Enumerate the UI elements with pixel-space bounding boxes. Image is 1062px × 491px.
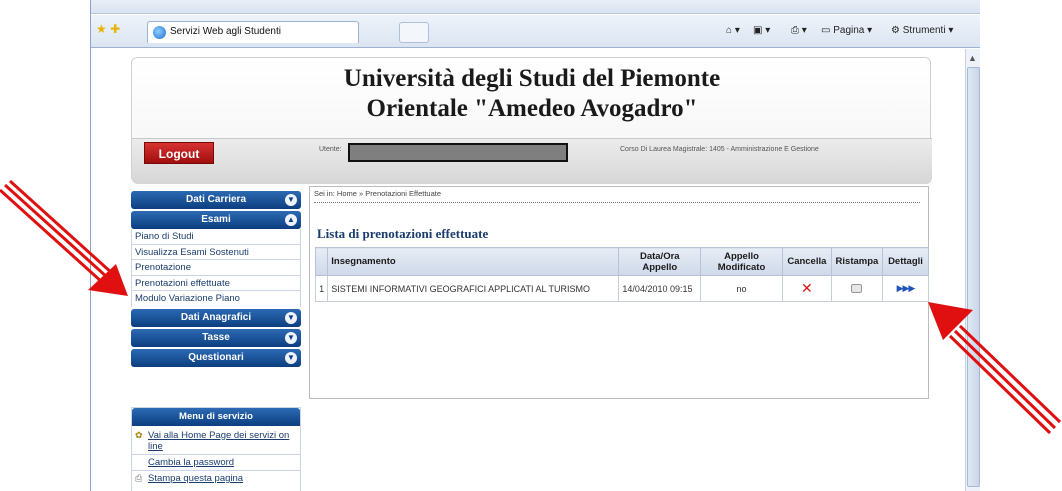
- page-menu[interactable]: ▭ Pagina ▾: [821, 25, 872, 36]
- nav-esami[interactable]: Esami ▲: [131, 211, 301, 229]
- nav-dati-carriera[interactable]: Dati Carriera ▼: [131, 191, 301, 209]
- new-tab-button[interactable]: [399, 22, 429, 43]
- home-link-icon: ✿: [135, 430, 143, 440]
- expand-icon[interactable]: ▼: [285, 351, 297, 364]
- nav-questionari[interactable]: Questionari ▼: [131, 348, 301, 367]
- date-cell: 14/04/2010 09:15: [618, 275, 702, 302]
- nav-tasse[interactable]: Tasse ▼: [131, 328, 301, 347]
- ie-icon: [153, 26, 166, 39]
- column-header-date: Data/Ora Appello: [618, 247, 702, 276]
- annotation-arrow-right: [928, 302, 1062, 435]
- page-menu-label: Pagina: [833, 25, 865, 36]
- nav-dati-anagrafici-label: Dati Anagrafici: [180, 311, 252, 323]
- modified-cell: no: [700, 275, 783, 302]
- tools-menu-label: Strumenti: [902, 25, 946, 36]
- column-header-modified: Appello Modificato: [700, 247, 783, 276]
- printer-icon[interactable]: [851, 284, 863, 293]
- divider: [132, 470, 300, 471]
- nav-item-variazione-piano[interactable]: Modulo Variazione Piano: [132, 291, 300, 307]
- reprint-cell: [830, 275, 883, 302]
- table-row: 1 SISTEMI INFORMATIVI GEOGRAFICI APPLICA…: [314, 275, 930, 302]
- cancel-cell: ✕: [781, 275, 832, 302]
- home-page-link-text: Vai alla Home Page dei servizi on line: [148, 430, 290, 452]
- breadcrumb: Sei in: Home » Prenotazioni Effettuate: [314, 189, 920, 203]
- logout-button[interactable]: Logout: [144, 142, 214, 164]
- university-title: Università degli Studi del Piemonte Orie…: [132, 64, 932, 124]
- title-line-1: Università degli Studi del Piemonte: [343, 65, 721, 92]
- expand-icon[interactable]: ▼: [285, 311, 297, 324]
- nav-dati-anagrafici[interactable]: Dati Anagrafici ▼: [131, 308, 301, 327]
- column-header-reprint: Ristampa: [830, 247, 883, 276]
- page-title: Lista di prenotazioni effettuate: [317, 226, 489, 241]
- browser-window: Servizi Web agli Studenti ⌂ ▾ ▣ ▾ ⎙ ▾ ▭ …: [90, 0, 980, 491]
- printer-icon: ⎙: [135, 473, 143, 483]
- service-menu-title: Menu di servizio: [132, 408, 300, 426]
- nav-questionari-label: Questionari: [188, 351, 244, 363]
- browser-tab-title: Servizi Web agli Studenti: [170, 26, 281, 37]
- main-content: Sei in: Home » Prenotazioni Effettuate L…: [309, 186, 930, 399]
- nav-item-esami-sostenuti[interactable]: Visualizza Esami Sostenuti: [132, 244, 300, 260]
- favorites-star-icon[interactable]: ★ ✚: [96, 22, 120, 36]
- column-header-num: [314, 247, 329, 276]
- redacted-username: [348, 143, 568, 162]
- column-header-details: Dettagli: [881, 247, 930, 276]
- print-page-link[interactable]: ⎙ Stampa questa pagina: [132, 473, 300, 484]
- title-line-2: Orientale "Amedeo Avogadro": [366, 95, 698, 122]
- column-header-cancel: Cancella: [781, 247, 832, 276]
- bookings-table: Insegnamento Data/Ora Appello Appello Mo…: [314, 247, 930, 302]
- feeds-icon[interactable]: ▣ ▾: [753, 25, 770, 36]
- table-header-row: Insegnamento Data/Ora Appello Appello Mo…: [314, 247, 930, 276]
- browser-tab[interactable]: Servizi Web agli Studenti: [147, 21, 359, 43]
- home-icon[interactable]: ⌂ ▾: [726, 25, 740, 36]
- web-page: Università degli Studi del Piemonte Orie…: [91, 49, 965, 491]
- home-page-link[interactable]: ✿ Vai alla Home Page dei servizi on line: [132, 430, 300, 452]
- print-icon[interactable]: ⎙ ▾: [791, 25, 807, 36]
- details-cell: ▶▶▶: [881, 275, 930, 302]
- scroll-up-icon[interactable]: ▲: [968, 53, 977, 63]
- print-page-link-text: Stampa questa pagina: [148, 473, 244, 484]
- change-password-link[interactable]: Cambia la password: [132, 457, 300, 468]
- side-navigation: Dati Carriera ▼ Esami ▲ Piano di Studi V…: [131, 191, 301, 369]
- annotation-arrow-left: [0, 180, 128, 296]
- nav-tasse-label: Tasse: [202, 331, 230, 343]
- delete-x-icon[interactable]: ✕: [786, 280, 828, 297]
- tools-menu[interactable]: ⚙ Strumenti ▾: [891, 25, 953, 36]
- expand-icon[interactable]: ▼: [285, 194, 297, 206]
- service-menu: Menu di servizio ✿ Vai alla Home Page de…: [131, 407, 301, 491]
- user-label: Utente:: [319, 146, 342, 153]
- browser-tab-bar: Servizi Web agli Studenti ⌂ ▾ ▣ ▾ ⎙ ▾ ▭ …: [91, 15, 980, 48]
- nav-item-piano-di-studi[interactable]: Piano di Studi: [132, 229, 300, 245]
- course-cell: SISTEMI INFORMATIVI GEOGRAFICI APPLICATI…: [327, 275, 620, 302]
- site-header: Università degli Studi del Piemonte Orie…: [131, 57, 932, 184]
- nav-dati-carriera-label: Dati Carriera: [185, 194, 247, 205]
- column-header-insegnamento: Insegnamento: [327, 247, 620, 276]
- nav-item-prenotazione[interactable]: Prenotazione: [132, 260, 300, 276]
- user-bar: Logout Utente: Corso Di Laurea Magistral…: [132, 138, 932, 184]
- row-number: 1: [314, 275, 329, 302]
- esami-submenu: Piano di Studi Visualizza Esami Sostenut…: [131, 229, 301, 307]
- nav-esami-label: Esami: [201, 214, 231, 225]
- divider: [132, 454, 300, 455]
- nav-item-prenotazioni-effettuate[interactable]: Prenotazioni effettuate: [132, 275, 300, 291]
- details-arrow-icon[interactable]: ▶▶▶: [886, 283, 925, 294]
- browser-toolbar: [91, 0, 980, 14]
- collapse-icon[interactable]: ▲: [285, 214, 297, 226]
- expand-icon[interactable]: ▼: [285, 331, 297, 344]
- course-info: Corso Di Laurea Magistrale: 1405 - Ammin…: [620, 146, 819, 153]
